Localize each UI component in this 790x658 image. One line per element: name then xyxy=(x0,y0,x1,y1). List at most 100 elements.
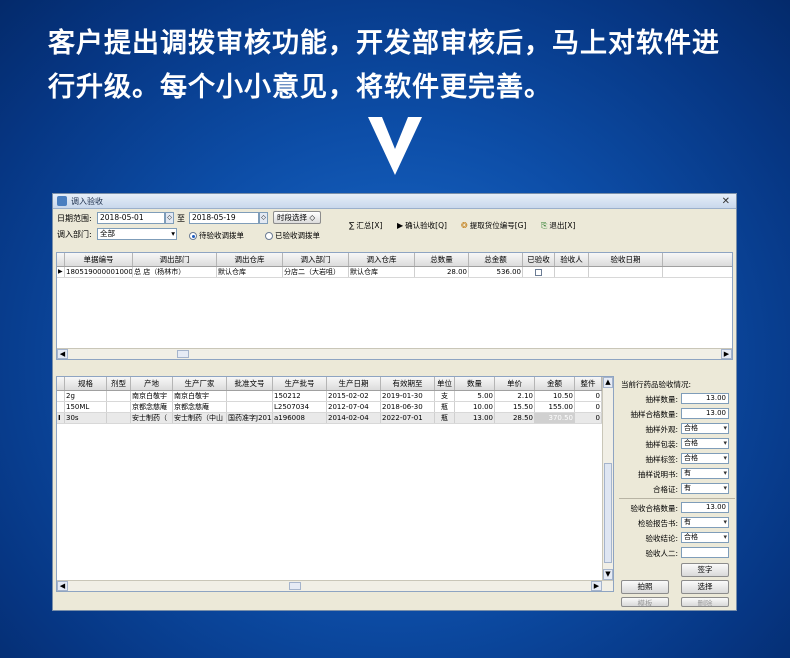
horizontal-scrollbar[interactable]: ◀ ▶ xyxy=(57,580,613,591)
cell[interactable]: 默认仓库 xyxy=(349,267,415,277)
sign-button[interactable]: 签字 xyxy=(681,563,729,577)
cell[interactable] xyxy=(107,413,131,423)
cell[interactable]: 10.00 xyxy=(455,402,495,412)
period-select[interactable]: 时段选择 ◇ xyxy=(273,211,321,224)
cell[interactable]: 2019-01-30 xyxy=(381,391,435,401)
cell[interactable]: 150212 xyxy=(273,391,327,401)
delete-button[interactable]: 删除 xyxy=(681,597,729,607)
summary-button[interactable]: ∑ 汇总[X] xyxy=(349,220,382,231)
scroll-thumb[interactable] xyxy=(177,350,189,358)
col-header[interactable]: 调出部门 xyxy=(133,253,217,266)
choose-button[interactable]: 选择 xyxy=(681,580,729,594)
cell[interactable]: 2022-07-01 xyxy=(381,413,435,423)
cell[interactable]: 2014-02-04 xyxy=(327,413,381,423)
scroll-down-icon[interactable]: ▼ xyxy=(603,569,613,580)
cell[interactable]: 28.00 xyxy=(415,267,469,277)
cell[interactable]: 国药准字J2015 xyxy=(227,413,273,423)
cell[interactable]: 536.00 xyxy=(469,267,523,277)
cell[interactable]: 总 店（杨林市） xyxy=(133,267,217,277)
cell[interactable] xyxy=(107,402,131,412)
col-header[interactable]: 规格 xyxy=(65,377,107,390)
close-icon[interactable]: ✕ xyxy=(722,196,730,207)
col-header[interactable]: 调入仓库 xyxy=(349,253,415,266)
package-select[interactable]: 合格 xyxy=(681,438,729,449)
col-header[interactable]: 验收人 xyxy=(555,253,589,266)
manual-select[interactable]: 有 xyxy=(681,468,729,479)
col-header[interactable]: 调出仓库 xyxy=(217,253,283,266)
table-row-selected[interactable]: I 30s 安士制药（ 安士制药（中山 国药准字J2015 a196008 20… xyxy=(57,413,613,424)
col-header[interactable]: 批准文号 xyxy=(227,377,273,390)
cell[interactable]: 2015-02-02 xyxy=(327,391,381,401)
cell[interactable] xyxy=(227,391,273,401)
cell[interactable]: 2.10 xyxy=(495,391,535,401)
tag-select[interactable]: 合格 xyxy=(681,453,729,464)
cell[interactable]: 15.50 xyxy=(495,402,535,412)
cell[interactable]: 0 xyxy=(575,402,602,412)
table-row[interactable]: ▶ 1805190000010002 总 店（杨林市） 默认仓库 分店二（大岩咀… xyxy=(57,267,732,278)
col-header[interactable]: 剂型 xyxy=(107,377,131,390)
appearance-select[interactable]: 合格 xyxy=(681,423,729,434)
cell[interactable]: 30s xyxy=(65,413,107,423)
scroll-thumb[interactable] xyxy=(604,463,612,563)
col-header[interactable]: 有效期至 xyxy=(381,377,435,390)
col-header[interactable]: 单价 xyxy=(495,377,535,390)
scroll-right-icon[interactable]: ▶ xyxy=(591,581,602,591)
cell[interactable]: 支 xyxy=(435,391,455,401)
cell[interactable] xyxy=(107,391,131,401)
cell[interactable]: 0 xyxy=(575,413,602,423)
sample-ok-input[interactable]: 13.00 xyxy=(681,408,729,419)
cell[interactable]: 南京白敬宇 xyxy=(131,391,173,401)
cell[interactable]: 150ML xyxy=(65,402,107,412)
fetch-location-button[interactable]: ❂ 提取货位编号[G] xyxy=(461,220,526,231)
photo-button[interactable]: 拍照 xyxy=(621,580,669,594)
table-row[interactable]: 150ML 京都念慈庵 京都念慈庵 L2507034 2012-07-04 20… xyxy=(57,402,613,413)
cell[interactable] xyxy=(589,267,663,277)
radio-pending[interactable]: 待验收调拨单 xyxy=(189,230,244,241)
col-header[interactable]: 金额 xyxy=(535,377,575,390)
dept-select[interactable]: 全部 ▾ xyxy=(97,228,177,240)
inspector2-input[interactable] xyxy=(681,547,729,558)
cell-highlighted[interactable]: 370.50 xyxy=(535,413,575,423)
cell[interactable]: 1805190000010002 xyxy=(65,267,133,277)
cert-select[interactable]: 有 xyxy=(681,483,729,494)
col-header[interactable]: 总金额 xyxy=(469,253,523,266)
cell[interactable]: L2507034 xyxy=(273,402,327,412)
col-header[interactable]: 已验收 xyxy=(523,253,555,266)
cell[interactable]: 28.50 xyxy=(495,413,535,423)
cell[interactable]: 京都念慈庵 xyxy=(131,402,173,412)
cell[interactable]: 瓶 xyxy=(435,402,455,412)
scroll-left-icon[interactable]: ◀ xyxy=(57,581,68,591)
date-from-input[interactable]: 2018-05-01 xyxy=(97,212,165,224)
cell[interactable]: 南京白敬宇 xyxy=(173,391,227,401)
cell[interactable]: 155.00 xyxy=(535,402,575,412)
cell[interactable]: 安士制药（ xyxy=(131,413,173,423)
col-header[interactable]: 单位 xyxy=(435,377,455,390)
date-to-spinner[interactable]: ◇ xyxy=(259,212,268,224)
template-button[interactable]: 模板 xyxy=(621,597,669,607)
scroll-up-icon[interactable]: ▲ xyxy=(603,377,613,388)
accepted-checkbox[interactable] xyxy=(523,267,555,277)
date-from-spinner[interactable]: ◇ xyxy=(165,212,174,224)
col-header[interactable]: 数量 xyxy=(455,377,495,390)
exit-button[interactable]: ⎘ 退出[X] xyxy=(541,220,575,231)
cell[interactable]: 分店二（大岩咀） xyxy=(283,267,349,277)
sample-qty-input[interactable]: 13.00 xyxy=(681,393,729,404)
date-to-input[interactable]: 2018-05-19 xyxy=(189,212,259,224)
cell[interactable]: a196008 xyxy=(273,413,327,423)
cell[interactable]: 10.50 xyxy=(535,391,575,401)
cell[interactable]: 2012-07-04 xyxy=(327,402,381,412)
cell[interactable] xyxy=(555,267,589,277)
vertical-scrollbar[interactable]: ▲ ▼ xyxy=(602,377,613,580)
col-header[interactable]: 验收日期 xyxy=(589,253,663,266)
cell[interactable]: 瓶 xyxy=(435,413,455,423)
accept-qty-input[interactable]: 13.00 xyxy=(681,502,729,513)
col-header[interactable]: 产地 xyxy=(131,377,173,390)
scroll-left-icon[interactable]: ◀ xyxy=(57,349,68,359)
confirm-button[interactable]: ▶ 确认验收[Q] xyxy=(397,220,447,231)
col-header[interactable]: 整件 xyxy=(575,377,602,390)
col-header[interactable]: 调入部门 xyxy=(283,253,349,266)
cell[interactable] xyxy=(227,402,273,412)
col-header[interactable]: 生产厂家 xyxy=(173,377,227,390)
col-header[interactable]: 生产批号 xyxy=(273,377,327,390)
scroll-right-icon[interactable]: ▶ xyxy=(721,349,732,359)
